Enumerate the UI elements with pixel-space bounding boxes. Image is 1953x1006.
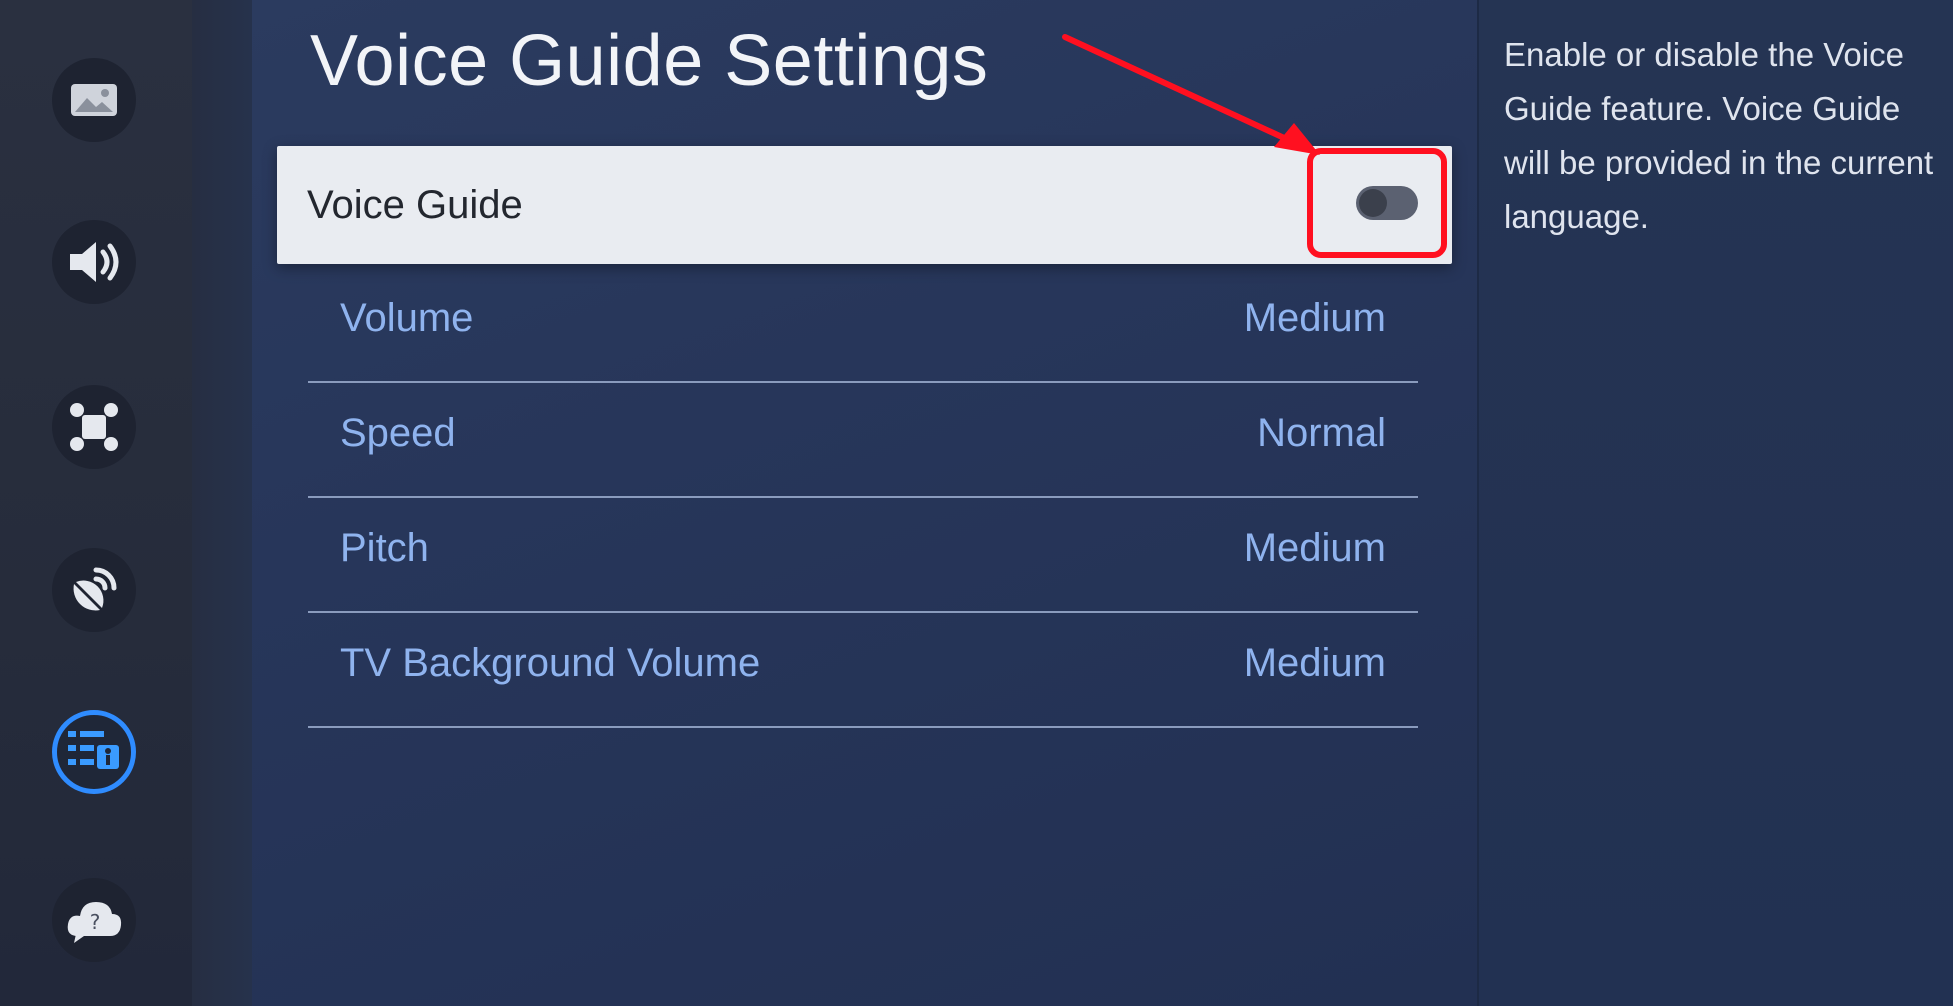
- setting-name: TV Background Volume: [340, 641, 761, 685]
- setting-row-speed[interactable]: Speed Normal: [308, 383, 1418, 498]
- voice-guide-label: Voice Guide: [307, 183, 523, 227]
- connection-icon[interactable]: [52, 385, 136, 469]
- setting-value: Medium: [1243, 526, 1386, 570]
- page-title: Voice Guide Settings: [310, 21, 989, 101]
- sound-icon[interactable]: [52, 220, 136, 304]
- support-icon[interactable]: ?: [52, 878, 136, 962]
- setting-value: Medium: [1243, 641, 1386, 685]
- nav-rail: ?: [0, 0, 192, 1006]
- accessibility-icon[interactable]: [52, 710, 136, 794]
- rail-divider: [192, 0, 252, 1006]
- description-panel: Enable or disable the Voice Guide featur…: [1477, 0, 1953, 1006]
- broadcast-icon[interactable]: [52, 548, 136, 632]
- svg-text:?: ?: [90, 910, 101, 934]
- tv-settings-screen: ? Voice Guide Settings Voice Guide Volum…: [0, 0, 1953, 1006]
- setting-row-volume[interactable]: Volume Medium: [308, 268, 1418, 383]
- settings-list: Volume Medium Speed Normal Pitch Medium …: [308, 268, 1418, 728]
- setting-value: Normal: [1257, 411, 1386, 455]
- setting-name: Pitch: [340, 526, 429, 570]
- setting-name: Volume: [340, 296, 474, 340]
- setting-name: Speed: [340, 411, 456, 455]
- setting-value: Medium: [1243, 296, 1386, 340]
- description-text: Enable or disable the Voice Guide featur…: [1504, 36, 1934, 235]
- setting-row-tv-background-volume[interactable]: TV Background Volume Medium: [308, 613, 1418, 728]
- annotation-arrow-icon: [1062, 34, 1320, 155]
- setting-row-pitch[interactable]: Pitch Medium: [308, 498, 1418, 613]
- picture-icon[interactable]: [52, 58, 136, 142]
